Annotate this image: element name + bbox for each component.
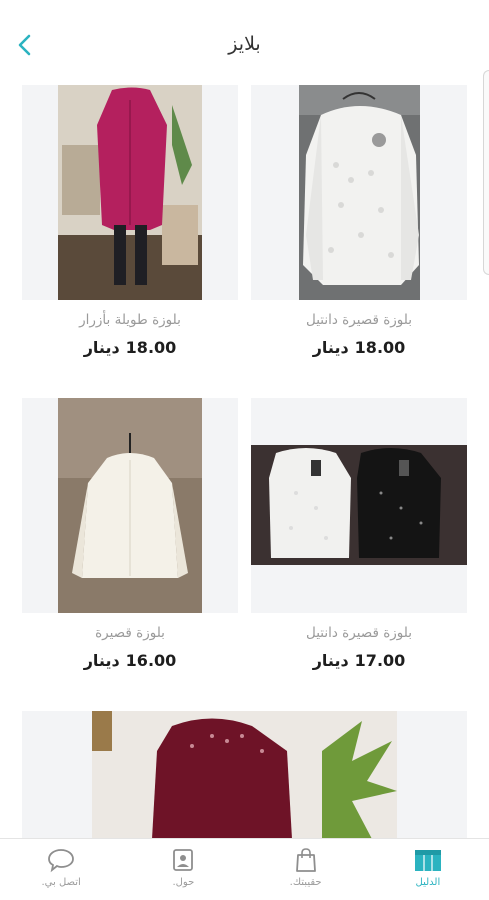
product-card[interactable]: بلوزة قصيرة 16.00 دينار [22,398,238,678]
product-image[interactable] [22,398,238,613]
nav-label: حقيبتك. [289,877,322,888]
shopping-bag-icon [295,848,316,872]
price-value: 18.00 [125,338,177,357]
chat-bubble-icon [48,849,75,873]
product-name: بلوزة قصيرة دانتيل [305,312,413,328]
price-value: 17.00 [354,651,406,670]
product-image[interactable] [251,398,467,613]
product-name: بلوزة قصيرة [95,625,165,641]
profile-card-icon [173,849,194,871]
scroll-indicator[interactable] [483,70,489,275]
nav-label: حول. [172,877,195,888]
price-currency: دينار [83,651,120,670]
price-currency: دينار [83,338,120,357]
catalog-icon [414,850,441,871]
nav-label: الدليل [415,877,441,888]
product-card[interactable]: بلوزة قصيرة دانتيل 18.00 دينار [251,85,467,365]
product-card[interactable]: بلوزة طويلة بأزرار 18.00 دينار [22,85,238,365]
product-price: 17.00 دينار [251,651,467,670]
price-currency: دينار [312,338,349,357]
product-image[interactable] [22,711,467,839]
product-image[interactable] [251,85,467,300]
product-price: 18.00 دينار [22,338,238,357]
page-title: بلايز [228,33,261,55]
nav-item-bag[interactable]: حقيبتك. [245,839,367,900]
product-name: بلوزة طويلة بأزرار [79,312,181,328]
product-name: بلوزة قصيرة دانتيل [305,625,413,641]
app-header: بلايز [0,0,489,80]
price-value: 18.00 [354,338,406,357]
nav-label: اتصل بي. [41,877,81,888]
product-card[interactable] [22,711,467,839]
nav-item-about[interactable]: حول. [122,839,244,900]
nav-item-catalog[interactable]: الدليل [367,839,489,900]
product-price: 18.00 دينار [251,338,467,357]
product-price: 16.00 دينار [22,651,238,670]
price-value: 16.00 [125,651,177,670]
bottom-nav: اتصل بي. حول. حقيبتك. الدليل [0,838,489,900]
price-currency: دينار [312,651,349,670]
product-image[interactable] [22,85,238,300]
product-card[interactable]: بلوزة قصيرة دانتيل 17.00 دينار [251,398,467,678]
nav-item-contact[interactable]: اتصل بي. [0,839,122,900]
